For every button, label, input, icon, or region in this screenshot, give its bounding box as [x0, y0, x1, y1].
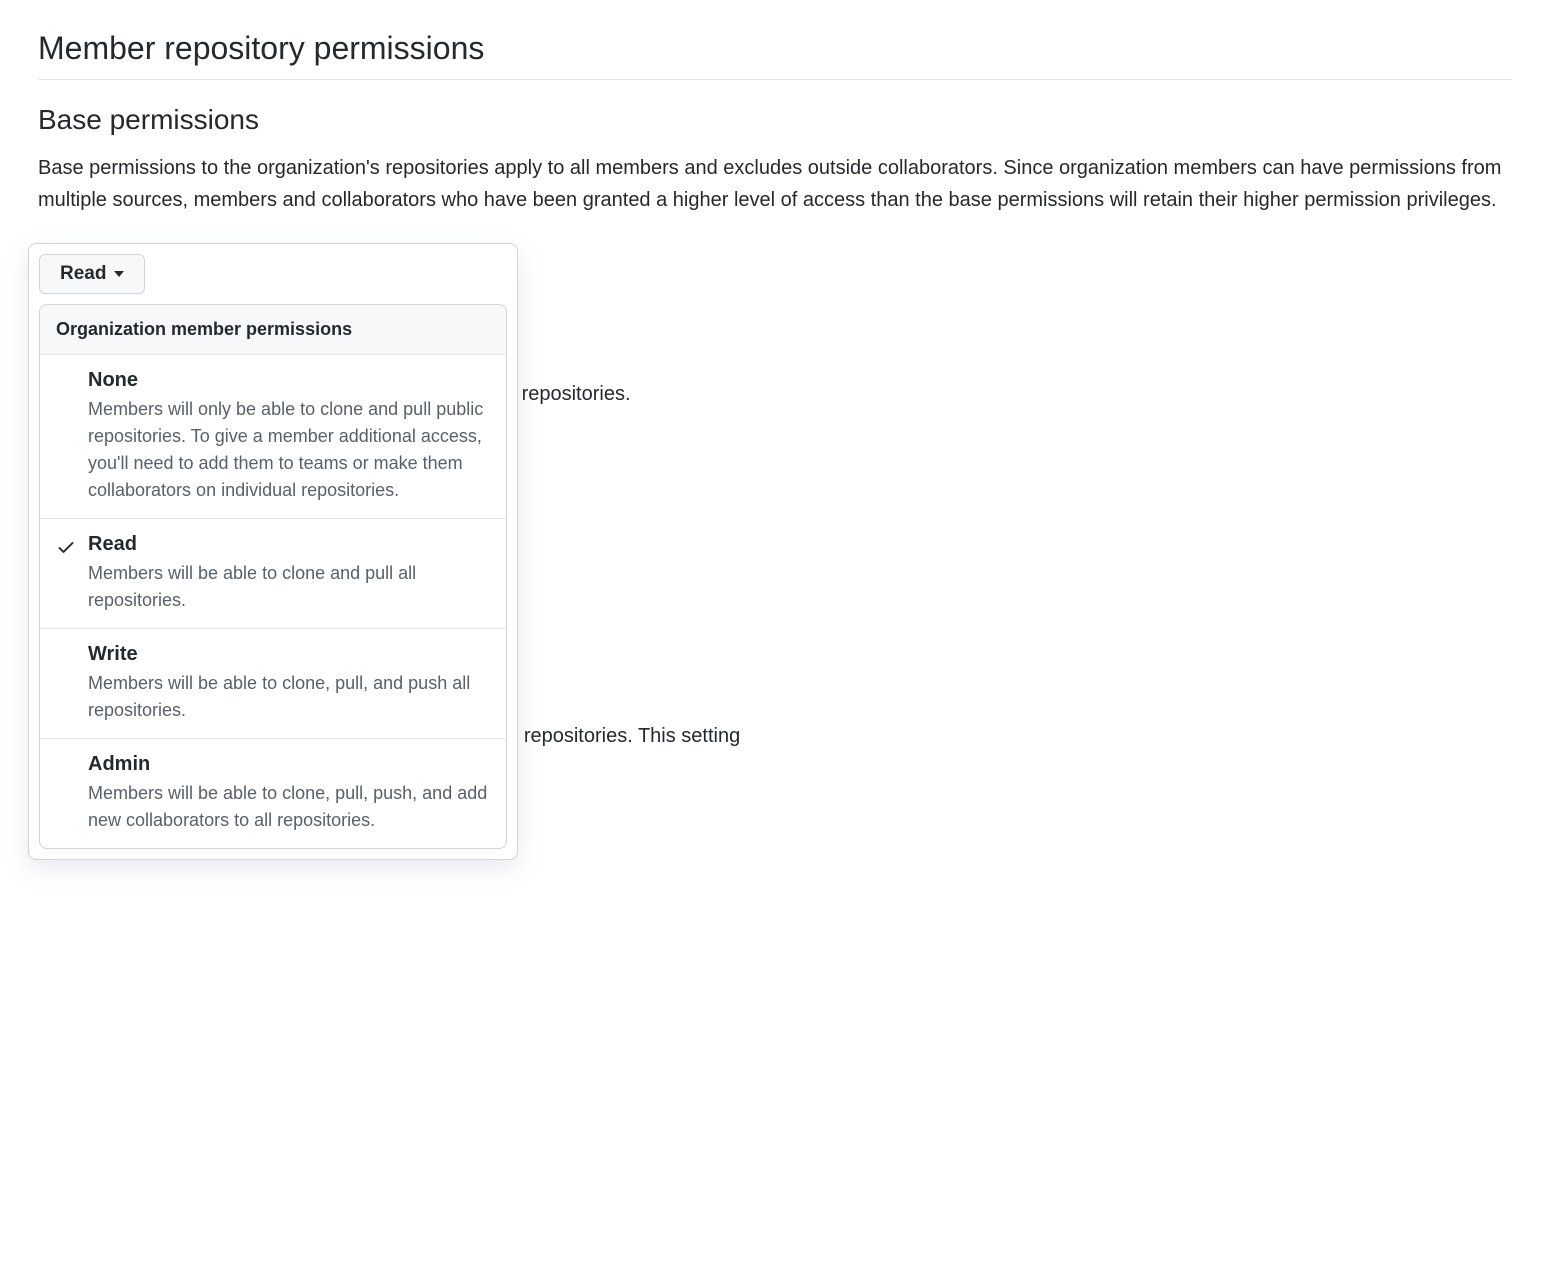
base-permissions-description: Base permissions to the organization's r… [38, 152, 1512, 216]
dropdown-header: Organization member permissions [40, 305, 506, 355]
dropdown-menu: Organization member permissions None Mem… [39, 304, 507, 849]
dropdown-option-read[interactable]: Read Members will be able to clone and p… [40, 519, 506, 629]
base-permission-selected-label: Read [60, 263, 106, 285]
option-title: Write [88, 643, 490, 666]
check-icon [56, 537, 76, 562]
option-title: Admin [88, 753, 490, 776]
dropdown-option-admin[interactable]: Admin Members will be able to clone, pul… [40, 739, 506, 848]
page-title: Member repository permissions [38, 30, 1512, 80]
option-description: Members will only be able to clone and p… [88, 396, 490, 504]
option-description: Members will be able to clone, pull, pus… [88, 780, 490, 834]
option-title: Read [88, 533, 490, 556]
option-description: Members will be able to clone and pull a… [88, 560, 490, 614]
option-title: None [88, 369, 490, 392]
dropdown-option-none[interactable]: None Members will only be able to clone … [40, 355, 506, 519]
dropdown-option-write[interactable]: Write Members will be able to clone, pul… [40, 629, 506, 739]
base-permission-select-button[interactable]: Read [39, 254, 145, 294]
dropdown-panel: Read Organization member permissions Non… [28, 243, 518, 860]
caret-down-icon [114, 271, 124, 277]
base-permissions-title: Base permissions [38, 104, 1512, 136]
option-description: Members will be able to clone, pull, and… [88, 670, 490, 724]
